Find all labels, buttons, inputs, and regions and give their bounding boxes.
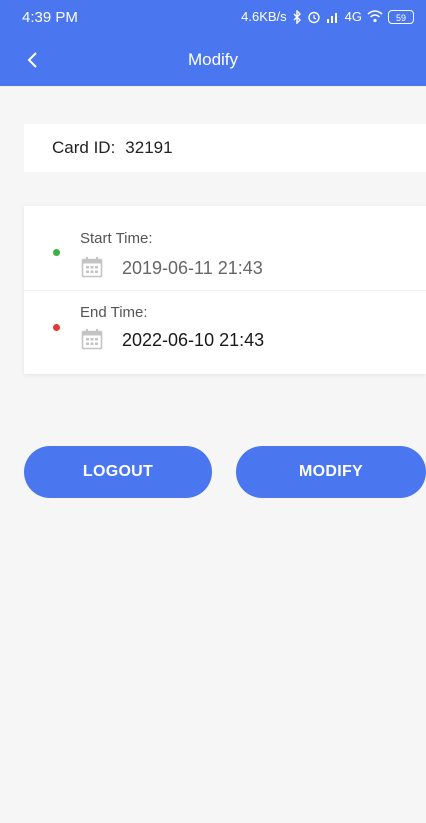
modify-button[interactable]: MODIFY	[236, 446, 426, 498]
nav-bar: Modify	[0, 36, 426, 86]
bluetooth-icon	[292, 9, 302, 24]
start-status-dot	[53, 249, 60, 256]
end-time-row[interactable]: End Time: 2022-06-10 21:43	[24, 290, 426, 374]
start-time-row[interactable]: Start Time: 2019-06-11 21:43	[24, 206, 426, 291]
page-title: Modify	[187, 50, 239, 69]
time-panel: Start Time: 2019-06-11 21:43 End Time: 2…	[24, 206, 426, 374]
wifi-icon	[367, 10, 383, 23]
battery-icon: 59	[388, 9, 414, 24]
calendar-icon	[81, 256, 103, 278]
end-time-value[interactable]: 2022-06-10 21:43	[122, 330, 264, 351]
network-type: 4G	[344, 9, 362, 24]
card-id-value: 32191	[125, 138, 173, 157]
logout-button[interactable]: LOGOUT	[24, 446, 212, 498]
calendar-icon	[81, 328, 103, 350]
alarm-icon	[307, 10, 321, 24]
start-time-label: Start Time:	[80, 230, 153, 247]
card-id-row: Card ID: 32191	[24, 124, 426, 172]
status-icons: 4.6KB/s 4G 59	[241, 9, 414, 24]
status-bar: 4:39 PM 4.6KB/s 4G 59	[0, 0, 426, 36]
end-status-dot	[53, 324, 60, 331]
end-time-label: End Time:	[80, 304, 148, 321]
card-id-label: Card ID:	[52, 138, 116, 157]
status-time: 4:39 PM	[22, 9, 78, 26]
signal-icon	[326, 11, 340, 23]
network-speed: 4.6KB/s	[241, 9, 287, 24]
start-time-value[interactable]: 2019-06-11 21:43	[122, 258, 263, 279]
